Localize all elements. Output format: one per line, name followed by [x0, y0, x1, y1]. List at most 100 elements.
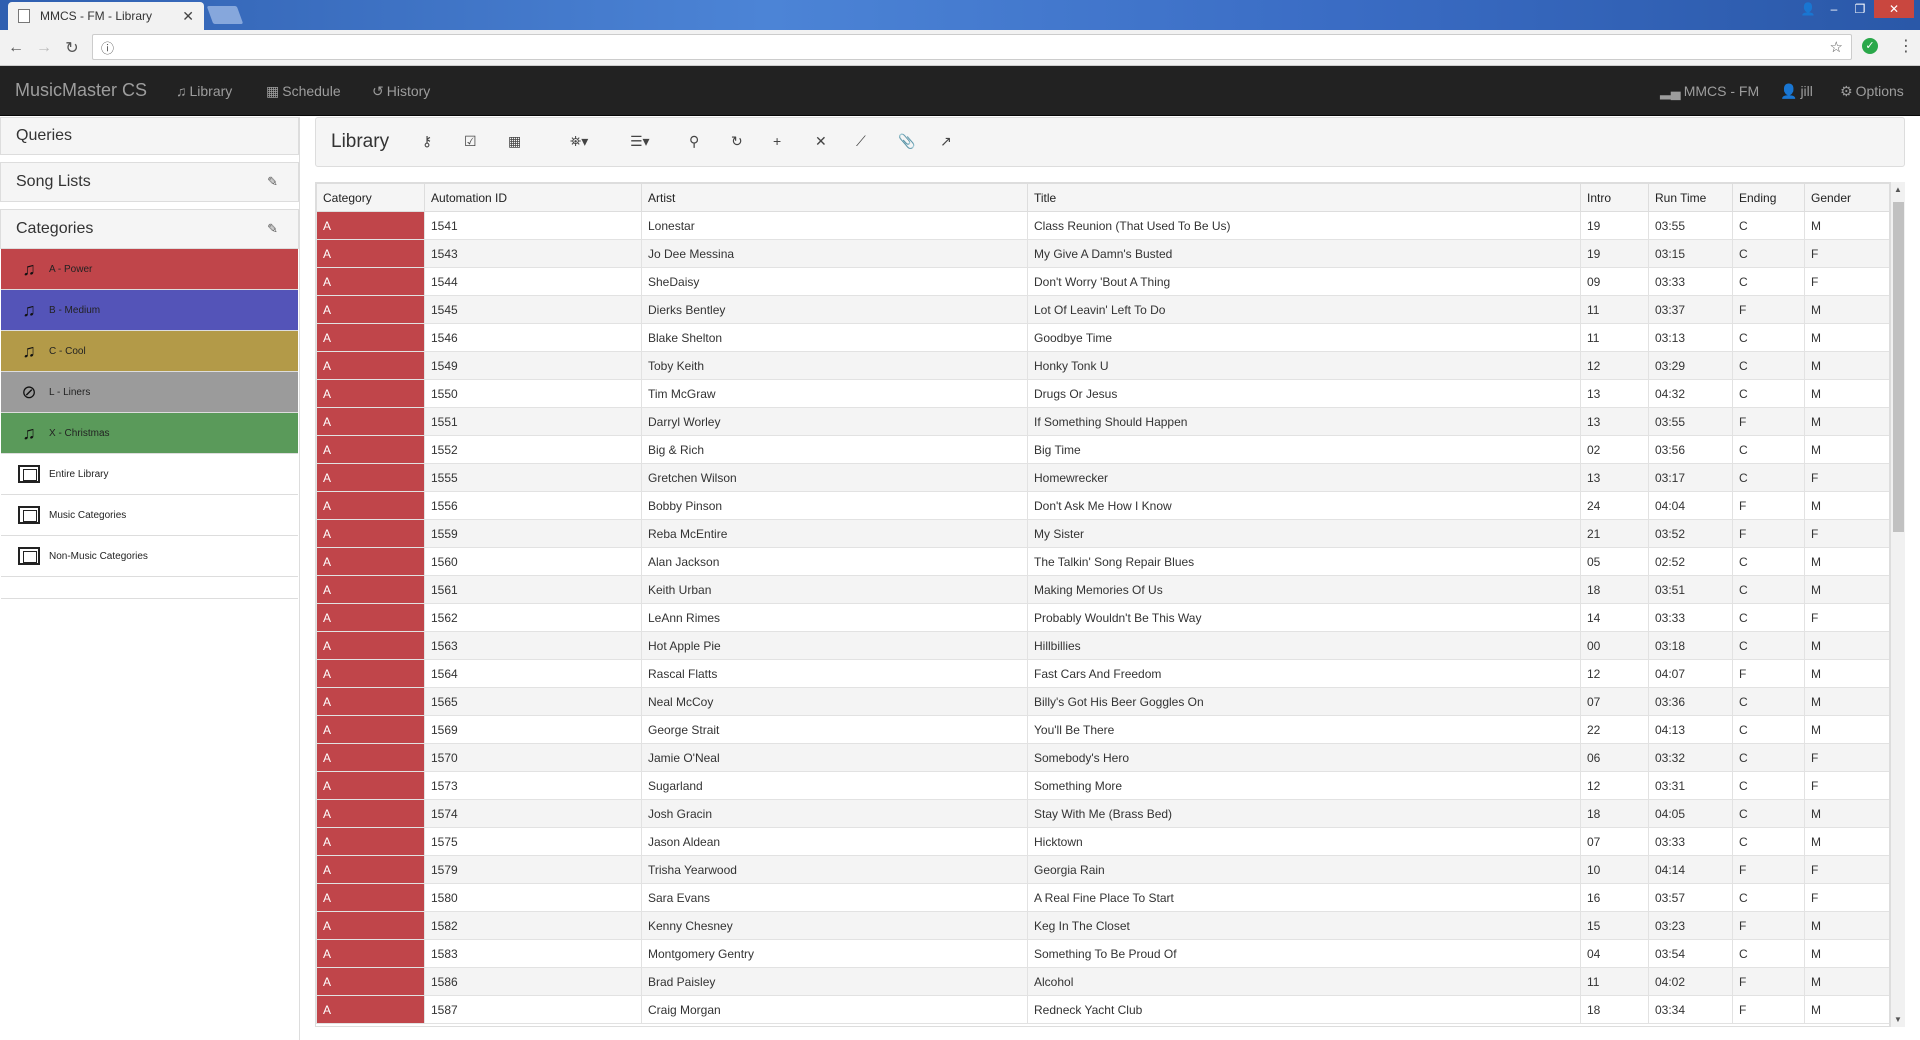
table-row[interactable]: A 1560 Alan Jackson The Talkin' Song Repair…	[316, 547, 1889, 576]
column-header[interactable]: Ending	[1732, 183, 1805, 212]
table-row[interactable]: A 1583 Montgomery Gentry Something To Be Pr…	[316, 939, 1889, 968]
category-item[interactable]: ♫ B - Medium	[1, 290, 298, 331]
nav-history[interactable]: ↺ History	[372, 83, 430, 100]
binoculars-dropdown-icon[interactable]: ⛯▾	[570, 133, 588, 150]
edit-icon[interactable]: ✎	[267, 221, 278, 237]
category-item[interactable]: ⊘ L - Liners	[1, 372, 298, 413]
table-row[interactable]: A 1543 Jo Dee Messina My Give A Damn's Bust…	[316, 239, 1889, 268]
table-cell: A	[316, 575, 425, 604]
reload-icon[interactable]: ↻	[60, 38, 84, 58]
bookmark-star-icon[interactable]: ☆	[1830, 38, 1843, 56]
table-row[interactable]: A 1574 Josh Gracin Stay With Me (Brass Bed)…	[316, 799, 1889, 828]
category-item[interactable]: Non-Music Categories	[1, 536, 298, 577]
table-row[interactable]: A 1546 Blake Shelton Goodbye Time 11 03:13 C M	[316, 323, 1889, 352]
table-row[interactable]: A 1549 Toby Keith Honky Tonk U 12 03:29 C M	[316, 351, 1889, 380]
table-row[interactable]: A 1550 Tim McGraw Drugs Or Jesus 13 04:32 C M	[316, 379, 1889, 408]
table-row[interactable]: A 1565 Neal McCoy Billy's Got His Beer Gogg…	[316, 687, 1889, 716]
column-header[interactable]: Intro	[1580, 183, 1649, 212]
delete-icon[interactable]: ✕	[815, 133, 827, 150]
magic-wand-icon[interactable]: ⟋	[856, 133, 866, 150]
nav-schedule[interactable]: ▦ Schedule	[266, 83, 341, 100]
close-window-icon[interactable]: ✕	[1874, 0, 1914, 18]
table-row[interactable]: A 1563 Hot Apple Pie Hillbillies 00 03:18 C M	[316, 631, 1889, 660]
table-row[interactable]: A 1551 Darryl Worley If Something Should Ha…	[316, 407, 1889, 436]
search-icon[interactable]: ⚲	[689, 133, 699, 150]
maximize-icon[interactable]: ❐	[1848, 0, 1872, 18]
table-row[interactable]: A 1562 LeAnn Rimes Probably Wouldn't Be Thi…	[316, 603, 1889, 632]
column-header[interactable]: Title	[1027, 183, 1581, 212]
category-item[interactable]: Entire Library	[1, 454, 298, 495]
checkbox-icon[interactable]: ☑	[464, 133, 477, 150]
url-input[interactable]: ⓘ ☆	[92, 34, 1852, 60]
table-row[interactable]: A 1570 Jamie O'Neal Somebody's Hero 06 03:32 C…	[316, 743, 1889, 772]
table-cell: C	[1732, 631, 1805, 660]
grid-scrollbar[interactable]: ▲ ▼	[1890, 182, 1905, 1027]
column-header[interactable]: Gender	[1804, 183, 1889, 212]
forward-icon[interactable]: →	[32, 39, 56, 57]
table-row[interactable]: A 1556 Bobby Pinson Don't Ask Me How I Know…	[316, 491, 1889, 520]
profile-icon[interactable]: 👤	[1796, 0, 1820, 18]
table-row[interactable]: A 1555 Gretchen Wilson Homewrecker 13 03:17 C F	[316, 463, 1889, 492]
table-cell: Drugs Or Jesus	[1027, 379, 1581, 408]
refresh-icon[interactable]: ↻	[731, 133, 743, 150]
song-lists-panel-header[interactable]: Song Lists ✎	[0, 162, 299, 202]
paperclip-icon[interactable]: 📎	[898, 133, 915, 150]
table-row[interactable]: A 1575 Jason Aldean Hicktown 07 03:33 C M	[316, 827, 1889, 856]
table-row[interactable]: A 1561 Keith Urban Making Memories Of Us 18 0…	[316, 575, 1889, 604]
table-row[interactable]: A 1580 Sara Evans A Real Fine Place To Star…	[316, 883, 1889, 912]
column-header[interactable]: Automation ID	[424, 183, 642, 212]
categories-panel-header[interactable]: Categories ✎	[0, 209, 299, 249]
list-dropdown-icon[interactable]: ☰▾	[630, 133, 650, 150]
scrollbar-thumb[interactable]	[1893, 202, 1904, 532]
table-row[interactable]: A 1552 Big & Rich Big Time 02 03:56 C M	[316, 435, 1889, 464]
table-row[interactable]: A 1544 SheDaisy Don't Worry 'Bout A Thing 09…	[316, 267, 1889, 296]
new-tab-button[interactable]	[206, 6, 244, 24]
info-icon[interactable]: ⓘ	[101, 38, 114, 57]
calendar-check-icon[interactable]: ▦	[508, 133, 521, 150]
table-row[interactable]: A 1586 Brad Paisley Alcohol 11 04:02 F M	[316, 967, 1889, 996]
category-item[interactable]: ♫ X - Christmas	[1, 413, 298, 454]
nav-options[interactable]: ⚙ Options	[1840, 83, 1904, 100]
table-cell: 04:13	[1648, 715, 1733, 744]
external-link-icon[interactable]: ↗	[940, 133, 952, 150]
table-row[interactable]: A 1559 Reba McEntire My Sister 21 03:52 F F	[316, 519, 1889, 548]
table-cell: Brad Paisley	[641, 967, 1028, 996]
app-brand[interactable]: MusicMaster CS	[15, 80, 147, 101]
table-cell: Big & Rich	[641, 435, 1028, 464]
table-row[interactable]: A 1582 Kenny Chesney Keg In The Closet 15 03:…	[316, 911, 1889, 940]
nav-station[interactable]: ▂▄ MMCS - FM	[1660, 83, 1759, 100]
table-cell: 1582	[424, 911, 642, 940]
address-bar: ← → ↻ ⓘ ☆	[0, 30, 1920, 66]
table-row[interactable]: A 1564 Rascal Flatts Fast Cars And Freedom 1…	[316, 659, 1889, 688]
table-row[interactable]: A 1541 Lonestar Class Reunion (That Used To…	[316, 211, 1889, 240]
scroll-up-icon[interactable]: ▲	[1894, 185, 1902, 194]
column-header[interactable]: Category	[316, 183, 425, 212]
nav-library[interactable]: ♫ Library	[176, 83, 232, 99]
column-header[interactable]: Run Time	[1648, 183, 1733, 212]
table-cell: A	[316, 687, 425, 716]
browser-tab[interactable]: MMCS - FM - Library ✕	[8, 2, 204, 30]
table-row[interactable]: A 1545 Dierks Bentley Lot Of Leavin' Left T…	[316, 295, 1889, 324]
add-icon[interactable]: +	[773, 133, 781, 149]
column-header[interactable]: Artist	[641, 183, 1028, 212]
table-cell: F	[1732, 407, 1805, 436]
table-row[interactable]: A 1573 Sugarland Something More 12 03:31 C F	[316, 771, 1889, 800]
key-icon[interactable]: ⚷	[422, 133, 432, 150]
close-tab-icon[interactable]: ✕	[182, 8, 194, 25]
back-icon[interactable]: ←	[4, 39, 28, 57]
table-row[interactable]: A 1579 Trisha Yearwood Georgia Rain 10 04:14 F…	[316, 855, 1889, 884]
extension-check-icon[interactable]: ✓	[1862, 38, 1878, 54]
category-item[interactable]: Music Categories	[1, 495, 298, 536]
edit-icon[interactable]: ✎	[267, 174, 278, 190]
queries-panel-header[interactable]: Queries	[0, 117, 299, 155]
table-cell: Rascal Flatts	[641, 659, 1028, 688]
table-row[interactable]: A 1569 George Strait You'll Be There 22 04:13…	[316, 715, 1889, 744]
browser-menu-icon[interactable]: ⋮	[1898, 36, 1914, 56]
history-icon: ↺	[372, 83, 384, 99]
table-row[interactable]: A 1587 Craig Morgan Redneck Yacht Club 18 03:…	[316, 995, 1889, 1024]
category-item[interactable]: ♫ C - Cool	[1, 331, 298, 372]
nav-user[interactable]: 👤 jill	[1780, 83, 1813, 100]
scroll-down-icon[interactable]: ▼	[1894, 1015, 1902, 1024]
category-item[interactable]: ♫ A - Power	[1, 249, 298, 290]
minimize-icon[interactable]: –	[1822, 0, 1846, 18]
